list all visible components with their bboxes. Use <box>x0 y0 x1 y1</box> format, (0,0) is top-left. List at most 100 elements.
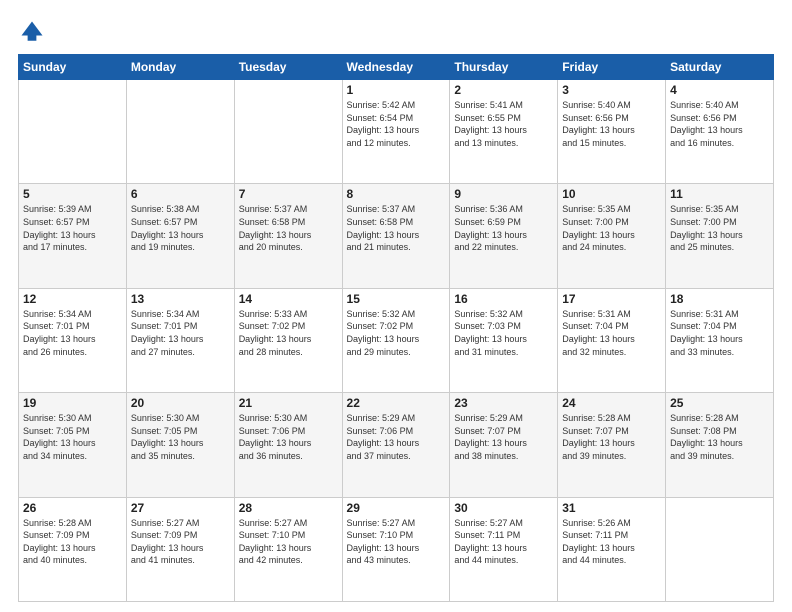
day-number: 12 <box>23 292 122 306</box>
calendar-day-11: 11 Sunrise: 5:35 AM Sunset: 7:00 PM Dayli… <box>666 184 774 288</box>
calendar-day-22: 22 Sunrise: 5:29 AM Sunset: 7:06 PM Dayli… <box>342 393 450 497</box>
calendar-day-2: 2 Sunrise: 5:41 AM Sunset: 6:55 PM Daylig… <box>450 80 558 184</box>
day-number: 31 <box>562 501 661 515</box>
day-number: 23 <box>454 396 553 410</box>
calendar-day-26: 26 Sunrise: 5:28 AM Sunset: 7:09 PM Dayli… <box>19 497 127 601</box>
calendar-day-23: 23 Sunrise: 5:29 AM Sunset: 7:07 PM Dayli… <box>450 393 558 497</box>
calendar-day-19: 19 Sunrise: 5:30 AM Sunset: 7:05 PM Dayli… <box>19 393 127 497</box>
day-info: Sunrise: 5:31 AM Sunset: 7:04 PM Dayligh… <box>670 308 769 358</box>
day-number: 9 <box>454 187 553 201</box>
calendar-day-1: 1 Sunrise: 5:42 AM Sunset: 6:54 PM Daylig… <box>342 80 450 184</box>
day-info: Sunrise: 5:36 AM Sunset: 6:59 PM Dayligh… <box>454 203 553 253</box>
day-info: Sunrise: 5:27 AM Sunset: 7:11 PM Dayligh… <box>454 517 553 567</box>
day-info: Sunrise: 5:35 AM Sunset: 7:00 PM Dayligh… <box>562 203 661 253</box>
day-info: Sunrise: 5:37 AM Sunset: 6:58 PM Dayligh… <box>347 203 446 253</box>
day-number: 27 <box>131 501 230 515</box>
weekday-header-thursday: Thursday <box>450 55 558 80</box>
day-number: 11 <box>670 187 769 201</box>
weekday-header-row: SundayMondayTuesdayWednesdayThursdayFrid… <box>19 55 774 80</box>
day-info: Sunrise: 5:41 AM Sunset: 6:55 PM Dayligh… <box>454 99 553 149</box>
day-info: Sunrise: 5:28 AM Sunset: 7:08 PM Dayligh… <box>670 412 769 462</box>
day-number: 4 <box>670 83 769 97</box>
calendar-empty-cell <box>19 80 127 184</box>
calendar-day-15: 15Sunrise: 5:32 AM Sunset: 7:02 PM Dayli… <box>342 288 450 392</box>
calendar-table: SundayMondayTuesdayWednesdayThursdayFrid… <box>18 54 774 602</box>
day-info: Sunrise: 5:32 AM Sunset: 7:02 PM Dayligh… <box>347 308 446 358</box>
calendar-day-8: 8 Sunrise: 5:37 AM Sunset: 6:58 PM Daylig… <box>342 184 450 288</box>
weekday-header-wednesday: Wednesday <box>342 55 450 80</box>
calendar-day-30: 30 Sunrise: 5:27 AM Sunset: 7:11 PM Dayli… <box>450 497 558 601</box>
day-info: Sunrise: 5:26 AM Sunset: 7:11 PM Dayligh… <box>562 517 661 567</box>
calendar-day-29: 29 Sunrise: 5:27 AM Sunset: 7:10 PM Dayli… <box>342 497 450 601</box>
calendar-day-21: 21Sunrise: 5:30 AM Sunset: 7:06 PM Dayli… <box>234 393 342 497</box>
day-info: Sunrise: 5:30 AM Sunset: 7:05 PM Dayligh… <box>131 412 230 462</box>
day-info: Sunrise: 5:35 AM Sunset: 7:00 PM Dayligh… <box>670 203 769 253</box>
day-number: 1 <box>347 83 446 97</box>
day-info: Sunrise: 5:39 AM Sunset: 6:57 PM Dayligh… <box>23 203 122 253</box>
day-info: Sunrise: 5:37 AM Sunset: 6:58 PM Dayligh… <box>239 203 338 253</box>
day-number: 30 <box>454 501 553 515</box>
calendar-day-20: 20 Sunrise: 5:30 AM Sunset: 7:05 PM Dayli… <box>126 393 234 497</box>
day-info: Sunrise: 5:40 AM Sunset: 6:56 PM Dayligh… <box>670 99 769 149</box>
day-info: Sunrise: 5:38 AM Sunset: 6:57 PM Dayligh… <box>131 203 230 253</box>
calendar-week-row: 1 Sunrise: 5:42 AM Sunset: 6:54 PM Daylig… <box>19 80 774 184</box>
day-number: 16 <box>454 292 553 306</box>
calendar-day-27: 27 Sunrise: 5:27 AM Sunset: 7:09 PM Dayli… <box>126 497 234 601</box>
day-number: 24 <box>562 396 661 410</box>
day-info: Sunrise: 5:34 AM Sunset: 7:01 PM Dayligh… <box>131 308 230 358</box>
day-number: 6 <box>131 187 230 201</box>
calendar-day-31: 31 Sunrise: 5:26 AM Sunset: 7:11 PM Dayli… <box>558 497 666 601</box>
calendar-day-7: 7 Sunrise: 5:37 AM Sunset: 6:58 PM Daylig… <box>234 184 342 288</box>
logo-icon <box>18 18 46 46</box>
calendar-day-9: 9 Sunrise: 5:36 AM Sunset: 6:59 PM Daylig… <box>450 184 558 288</box>
day-number: 7 <box>239 187 338 201</box>
day-info: Sunrise: 5:32 AM Sunset: 7:03 PM Dayligh… <box>454 308 553 358</box>
calendar-day-10: 10 Sunrise: 5:35 AM Sunset: 7:00 PM Dayli… <box>558 184 666 288</box>
calendar-week-row: 19 Sunrise: 5:30 AM Sunset: 7:05 PM Dayli… <box>19 393 774 497</box>
day-info: Sunrise: 5:30 AM Sunset: 7:06 PM Dayligh… <box>239 412 338 462</box>
calendar-day-28: 28Sunrise: 5:27 AM Sunset: 7:10 PM Dayli… <box>234 497 342 601</box>
calendar-empty-cell <box>666 497 774 601</box>
day-info: Sunrise: 5:42 AM Sunset: 6:54 PM Dayligh… <box>347 99 446 149</box>
day-info: Sunrise: 5:34 AM Sunset: 7:01 PM Dayligh… <box>23 308 122 358</box>
calendar-day-17: 17 Sunrise: 5:31 AM Sunset: 7:04 PM Dayli… <box>558 288 666 392</box>
calendar-day-14: 14 Sunrise: 5:33 AM Sunset: 7:02 PM Dayli… <box>234 288 342 392</box>
day-number: 18 <box>670 292 769 306</box>
calendar-day-4: 4 Sunrise: 5:40 AM Sunset: 6:56 PM Daylig… <box>666 80 774 184</box>
day-info: Sunrise: 5:27 AM Sunset: 7:09 PM Dayligh… <box>131 517 230 567</box>
day-number: 29 <box>347 501 446 515</box>
calendar-day-24: 24Sunrise: 5:28 AM Sunset: 7:07 PM Dayli… <box>558 393 666 497</box>
calendar-day-18: 18 Sunrise: 5:31 AM Sunset: 7:04 PM Dayli… <box>666 288 774 392</box>
day-number: 10 <box>562 187 661 201</box>
calendar-day-16: 16 Sunrise: 5:32 AM Sunset: 7:03 PM Dayli… <box>450 288 558 392</box>
day-info: Sunrise: 5:29 AM Sunset: 7:06 PM Dayligh… <box>347 412 446 462</box>
day-number: 14 <box>239 292 338 306</box>
calendar-day-13: 13Sunrise: 5:34 AM Sunset: 7:01 PM Dayli… <box>126 288 234 392</box>
day-number: 3 <box>562 83 661 97</box>
day-info: Sunrise: 5:33 AM Sunset: 7:02 PM Dayligh… <box>239 308 338 358</box>
weekday-header-monday: Monday <box>126 55 234 80</box>
weekday-header-sunday: Sunday <box>19 55 127 80</box>
day-number: 25 <box>670 396 769 410</box>
calendar-day-6: 6 Sunrise: 5:38 AM Sunset: 6:57 PM Daylig… <box>126 184 234 288</box>
weekday-header-tuesday: Tuesday <box>234 55 342 80</box>
day-number: 26 <box>23 501 122 515</box>
calendar-week-row: 26 Sunrise: 5:28 AM Sunset: 7:09 PM Dayli… <box>19 497 774 601</box>
day-number: 22 <box>347 396 446 410</box>
day-info: Sunrise: 5:30 AM Sunset: 7:05 PM Dayligh… <box>23 412 122 462</box>
day-number: 5 <box>23 187 122 201</box>
day-number: 20 <box>131 396 230 410</box>
day-info: Sunrise: 5:27 AM Sunset: 7:10 PM Dayligh… <box>347 517 446 567</box>
day-info: Sunrise: 5:29 AM Sunset: 7:07 PM Dayligh… <box>454 412 553 462</box>
day-number: 19 <box>23 396 122 410</box>
day-number: 8 <box>347 187 446 201</box>
logo <box>18 18 48 46</box>
day-info: Sunrise: 5:31 AM Sunset: 7:04 PM Dayligh… <box>562 308 661 358</box>
calendar-week-row: 5 Sunrise: 5:39 AM Sunset: 6:57 PM Daylig… <box>19 184 774 288</box>
day-number: 17 <box>562 292 661 306</box>
day-number: 2 <box>454 83 553 97</box>
calendar-empty-cell <box>126 80 234 184</box>
page: SundayMondayTuesdayWednesdayThursdayFrid… <box>0 0 792 612</box>
day-info: Sunrise: 5:28 AM Sunset: 7:09 PM Dayligh… <box>23 517 122 567</box>
header <box>18 18 774 46</box>
